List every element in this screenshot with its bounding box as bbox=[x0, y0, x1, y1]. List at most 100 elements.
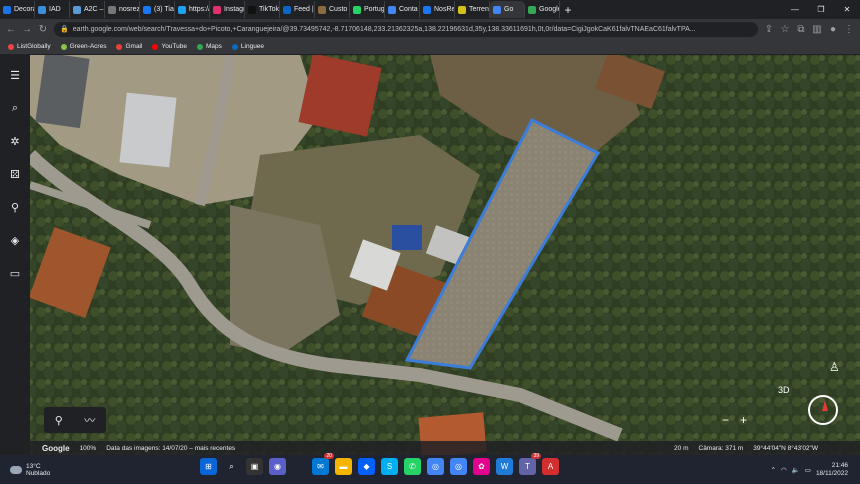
tab-favicon-icon bbox=[108, 5, 116, 14]
browser-tab[interactable]: Feed | bbox=[280, 1, 315, 18]
compass-icon[interactable] bbox=[808, 395, 838, 425]
speaker-icon[interactable]: 🔈 bbox=[792, 466, 800, 474]
tab-favicon-icon bbox=[353, 5, 361, 14]
browser-tab[interactable]: Instagr bbox=[210, 1, 245, 18]
word-icon[interactable]: W bbox=[496, 458, 513, 475]
whatsapp-icon[interactable]: ✆ bbox=[404, 458, 421, 475]
close-button[interactable]: ✕ bbox=[834, 5, 860, 14]
badge-count: 39 bbox=[531, 453, 541, 459]
bookmark-label: Maps bbox=[206, 43, 222, 50]
browser-tab[interactable]: Decora bbox=[0, 1, 35, 18]
share-icon[interactable]: ⇪ bbox=[764, 24, 774, 35]
sidepanel-icon[interactable]: ▥ bbox=[812, 24, 822, 35]
lock-icon: 🔒 bbox=[60, 26, 69, 33]
tab-label: Custo bbox=[329, 6, 348, 13]
pegman-icon[interactable]: ♙ bbox=[829, 360, 840, 374]
task-view-icon[interactable]: ▣ bbox=[246, 458, 263, 475]
teams-chat-icon[interactable]: ◉ bbox=[269, 458, 286, 475]
file-explorer-icon[interactable]: ▬ bbox=[335, 458, 352, 475]
tab-favicon-icon bbox=[283, 5, 291, 14]
back-arrow-icon[interactable]: ← bbox=[6, 24, 16, 35]
browser-tab[interactable]: nosrezo bbox=[105, 1, 140, 18]
chrome-active-icon[interactable]: ◎ bbox=[450, 458, 467, 475]
start-windows-icon[interactable]: ⊞ bbox=[200, 458, 217, 475]
browser-tab[interactable]: IAD bbox=[35, 1, 70, 18]
dropbox-icon[interactable]: ◆ bbox=[358, 458, 375, 475]
browser-tab[interactable]: https:// bbox=[175, 1, 210, 18]
clock-date: 18/11/2022 bbox=[815, 469, 848, 477]
acrobat-icon[interactable]: A bbox=[542, 458, 559, 475]
teams-icon[interactable]: T 39 bbox=[519, 453, 541, 475]
dice-icon[interactable]: ⚄ bbox=[10, 168, 20, 181]
extensions-icon[interactable]: ⧉ bbox=[796, 24, 806, 35]
browser-tab[interactable]: (3) Tias bbox=[140, 1, 175, 18]
bookmark-label: Linguee bbox=[240, 43, 265, 50]
bookmark-favicon-icon bbox=[152, 43, 159, 50]
browser-tab[interactable]: Portug bbox=[350, 1, 385, 18]
map-style-layers-icon[interactable]: ◈ bbox=[11, 234, 19, 247]
chrome-icon[interactable]: ◎ bbox=[427, 458, 444, 475]
projects-pin-icon[interactable]: ⚲ bbox=[11, 201, 19, 214]
bookmark-item[interactable]: ListGlobally bbox=[8, 43, 51, 50]
bookmark-item[interactable]: Gmail bbox=[116, 43, 142, 50]
satellite-imagery bbox=[0, 55, 860, 455]
tab-favicon-icon bbox=[528, 5, 536, 14]
placemark-icon[interactable]: ⚲ bbox=[55, 414, 63, 427]
earth-map-view[interactable]: ♙ 3D − + bbox=[0, 55, 860, 455]
bookmark-item[interactable]: Maps bbox=[197, 43, 222, 50]
bookmark-favicon-icon bbox=[197, 43, 203, 50]
photos-icon[interactable]: ✿ bbox=[473, 458, 490, 475]
tab-favicon-icon bbox=[493, 5, 501, 14]
tab-label: Conta bbox=[399, 6, 418, 13]
browser-tab[interactable]: Go bbox=[490, 1, 525, 18]
bookmark-star-icon[interactable]: ☆ bbox=[780, 24, 790, 35]
weather-desc: Nublado bbox=[26, 469, 51, 477]
restore-button[interactable]: ❐ bbox=[808, 5, 834, 14]
url-field[interactable]: 🔒 earth.google.com/web/search/Travessa+d… bbox=[54, 21, 758, 37]
bookmark-label: ListGlobally bbox=[17, 43, 51, 50]
scale-label: 20 m bbox=[674, 444, 689, 452]
search-icon[interactable]: ⌕ bbox=[12, 102, 18, 115]
tab-favicon-icon bbox=[3, 5, 11, 14]
browser-tab[interactable]: Custo bbox=[315, 1, 350, 18]
hamburger-menu-icon[interactable]: ☰ bbox=[10, 69, 20, 82]
browser-tab[interactable]: Terren bbox=[455, 1, 490, 18]
map-tool-buttons: ⚲ 〰 bbox=[44, 407, 106, 433]
zoom-in-button[interactable]: + bbox=[740, 413, 747, 427]
measure-ruler-icon[interactable]: ▭ bbox=[10, 267, 20, 280]
tab-label: A2C – C bbox=[84, 6, 104, 13]
browser-tab[interactable]: Conta bbox=[385, 1, 420, 18]
browser-tab[interactable]: TikTok bbox=[245, 1, 280, 18]
browser-tab[interactable]: Google bbox=[525, 1, 560, 18]
compass-3d-label[interactable]: 3D bbox=[778, 385, 790, 395]
zoom-out-button[interactable]: − bbox=[722, 413, 729, 427]
clock[interactable]: 21:46 18/11/2022 bbox=[816, 462, 848, 478]
tab-label: https:// bbox=[189, 6, 210, 13]
browser-tab[interactable]: A2C – C bbox=[70, 1, 105, 18]
new-tab-button[interactable]: + bbox=[560, 3, 576, 17]
bookmark-item[interactable]: YouTube bbox=[152, 43, 187, 50]
bookmark-item[interactable]: Linguee bbox=[231, 43, 265, 50]
search-icon[interactable]: ⌕ bbox=[223, 458, 240, 475]
tab-label: Decora bbox=[14, 6, 35, 13]
battery-icon[interactable]: ▭ bbox=[805, 466, 811, 474]
weather-widget[interactable]: 13°C Nublado bbox=[0, 463, 50, 477]
browser-tab[interactable]: NosRe bbox=[420, 1, 455, 18]
skype-icon[interactable]: S bbox=[381, 458, 398, 475]
minimize-button[interactable]: — bbox=[782, 5, 808, 14]
outlook-icon[interactable]: ✉ 20 bbox=[312, 453, 334, 475]
path-tool-icon[interactable]: 〰 bbox=[84, 412, 95, 428]
wifi-icon[interactable]: ◠ bbox=[781, 466, 787, 474]
earth-status-bar: Google 100% Data das imagens: 14/07/20 –… bbox=[0, 441, 860, 455]
tab-label: TikTok bbox=[259, 6, 279, 13]
bookmark-item[interactable]: Green-Acres bbox=[60, 43, 106, 50]
chevron-up-icon[interactable]: ⌃ bbox=[771, 466, 776, 474]
profile-avatar[interactable]: ● bbox=[828, 24, 838, 35]
bookmark-favicon-icon bbox=[231, 43, 238, 50]
voyager-icon[interactable]: ✲ bbox=[10, 135, 19, 148]
forward-arrow-icon[interactable]: → bbox=[22, 24, 32, 35]
bookmark-favicon-icon bbox=[8, 43, 14, 50]
zoom-level: 100% bbox=[79, 444, 97, 452]
reload-icon[interactable]: ↻ bbox=[38, 24, 48, 35]
menu-kebab-icon[interactable]: ⋮ bbox=[844, 24, 854, 35]
